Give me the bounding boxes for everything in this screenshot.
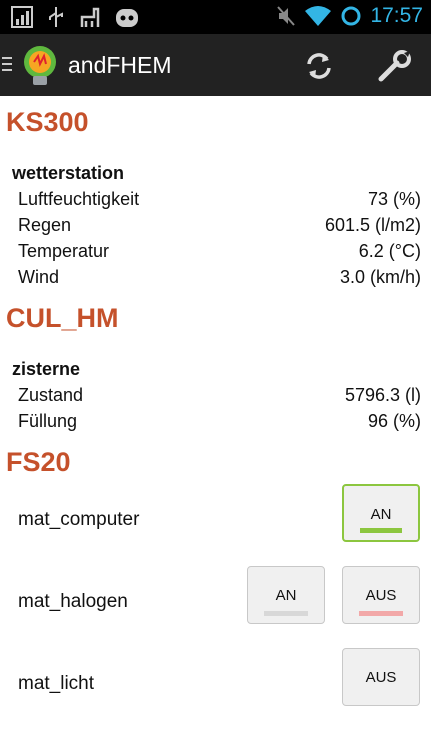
row-label: Luftfeuchtigkeit xyxy=(18,189,140,209)
action-bar: andFHEM xyxy=(0,34,431,96)
cyanogen-icon xyxy=(116,9,138,27)
system-icons: 17:57 xyxy=(276,4,423,28)
row-value: 73 (%) xyxy=(367,189,421,209)
row-label: Wind xyxy=(18,267,60,287)
off-button-label: AUS xyxy=(365,587,397,604)
switch-row-mat-computer: mat_computer AN xyxy=(0,484,431,566)
switch-row-mat-halogen: mat_halogen AN AUS xyxy=(0,566,431,648)
on-button-label: AN xyxy=(370,506,392,523)
list-item: Wind 3.0 (km/h) xyxy=(0,264,431,290)
row-value: 601.5 (l/m2) xyxy=(324,215,421,235)
row-label: Zustand xyxy=(18,385,84,405)
row-value: 6.2 (°C) xyxy=(358,241,421,261)
section-fs20: FS20 mat_computer AN mat_halogen AN AUS … xyxy=(0,436,431,718)
list-item: Temperatur 6.2 (°C) xyxy=(0,238,431,264)
section-cul-hm: CUL_HM zisterne Zustand 5796.3 (l) Füllu… xyxy=(0,292,431,434)
list-item: Füllung 96 (%) xyxy=(0,408,431,434)
section-title: KS300 xyxy=(6,107,89,137)
list-item: Zustand 5796.3 (l) xyxy=(0,382,431,408)
switch-label[interactable]: mat_licht xyxy=(18,673,94,695)
row-value: 96 (%) xyxy=(367,411,421,431)
list-item: Regen 601.5 (l/m2) xyxy=(0,212,431,238)
status-bar: 17:57 xyxy=(0,0,431,34)
signal-icon xyxy=(11,6,33,28)
mute-icon xyxy=(277,6,296,26)
settings-wrench-icon[interactable] xyxy=(377,48,413,84)
state-indicator xyxy=(360,528,402,533)
battery-icon xyxy=(341,6,361,26)
on-button[interactable]: AN xyxy=(342,484,420,542)
refresh-icon[interactable] xyxy=(301,48,337,84)
row-label: Füllung xyxy=(18,411,78,431)
section-title: FS20 xyxy=(6,447,71,477)
notification-icons xyxy=(10,5,140,29)
state-indicator xyxy=(359,611,403,616)
clock: 17:57 xyxy=(370,4,423,27)
row-value: 3.0 (km/h) xyxy=(339,267,421,287)
row-value: 5796.3 (l) xyxy=(344,385,421,405)
row-label: Regen xyxy=(18,215,72,235)
section-title: CUL_HM xyxy=(6,303,119,333)
list-item: Luftfeuchtigkeit 73 (%) xyxy=(0,186,431,212)
off-button[interactable]: AUS xyxy=(342,566,420,624)
switch-row-mat-licht: mat_licht AUS xyxy=(0,648,431,718)
off-button-label: AUS xyxy=(365,669,397,686)
device-name[interactable]: wetterstation xyxy=(0,160,431,186)
app-logo-icon[interactable] xyxy=(20,44,60,88)
device-name[interactable]: zisterne xyxy=(0,356,431,382)
llama-icon xyxy=(80,7,100,27)
switch-label[interactable]: mat_computer xyxy=(18,509,139,531)
usb-icon xyxy=(49,7,63,27)
on-button-label: AN xyxy=(275,587,297,604)
device-list[interactable]: KS300 wetterstation Luftfeuchtigkeit 73 … xyxy=(0,96,431,718)
wifi-icon xyxy=(305,6,332,26)
state-indicator xyxy=(264,611,308,616)
switch-label[interactable]: mat_halogen xyxy=(18,591,128,613)
on-button[interactable]: AN xyxy=(247,566,325,624)
app-title: andFHEM xyxy=(68,52,172,78)
row-label: Temperatur xyxy=(18,241,110,261)
off-button[interactable]: AUS xyxy=(342,648,420,706)
section-ks300: KS300 wetterstation Luftfeuchtigkeit 73 … xyxy=(0,96,431,290)
drawer-indicator-icon[interactable] xyxy=(2,57,12,75)
